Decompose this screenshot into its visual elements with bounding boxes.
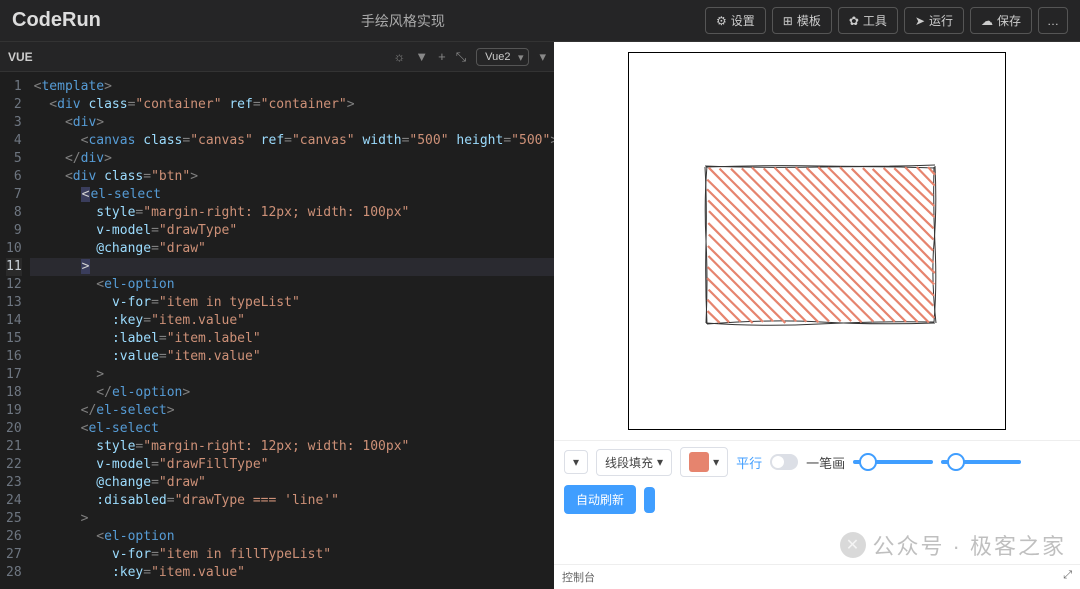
canvas <box>628 52 1006 430</box>
editor-pane: VUE ☼ ▼ + ⤡ Vue2 ▾ 123456789101112131415… <box>0 42 554 589</box>
more-button[interactable]: … <box>1038 7 1068 34</box>
chevron-down-icon[interactable]: ▾ <box>539 49 546 65</box>
slider-2[interactable] <box>941 460 1021 464</box>
rough-rectangle <box>703 163 943 333</box>
auto-refresh-button[interactable]: 自动刷新 <box>564 485 636 514</box>
template-button[interactable]: ⊞ 模板 <box>772 7 832 34</box>
theme-icon[interactable]: ☼ <box>393 49 405 64</box>
slider-1[interactable] <box>853 460 933 464</box>
logo: CodeRun <box>12 9 101 32</box>
expand-icon[interactable]: ⤡ <box>456 49 466 65</box>
save-button[interactable]: ☁ 保存 <box>970 7 1032 34</box>
run-button[interactable]: ➤ 运行 <box>904 7 964 34</box>
framework-select[interactable]: Vue2 <box>476 48 529 66</box>
refresh-button[interactable] <box>644 487 655 513</box>
editor-language-label: VUE <box>8 50 33 64</box>
tools-button[interactable]: ✿ 工具 <box>838 7 898 34</box>
add-icon[interactable]: + <box>438 49 446 64</box>
color-picker[interactable]: ▾ <box>680 447 728 477</box>
preview-pane: ▾ 线段填充 ▾ ▾ 平行 一笔画 自动刷新 控制台 ⤢ ✕公众号 · 极客之家 <box>554 42 1080 589</box>
parallel-label: 平行 <box>736 453 762 472</box>
code-editor[interactable]: 1234567891011121314151617181920212223242… <box>0 72 554 589</box>
shape-select[interactable]: ▾ <box>564 450 588 474</box>
single-stroke-label: 一笔画 <box>806 453 845 472</box>
console-label: 控制台 <box>562 569 595 585</box>
console-toggle-icon[interactable]: ⤢ <box>1063 569 1072 585</box>
format-icon[interactable]: ▼ <box>415 49 428 64</box>
settings-button[interactable]: ⚙ 设置 <box>705 7 766 34</box>
parallel-switch[interactable] <box>770 454 798 470</box>
page-title: 手绘风格实现 <box>101 11 705 31</box>
fill-style-select[interactable]: 线段填充 ▾ <box>596 449 672 476</box>
